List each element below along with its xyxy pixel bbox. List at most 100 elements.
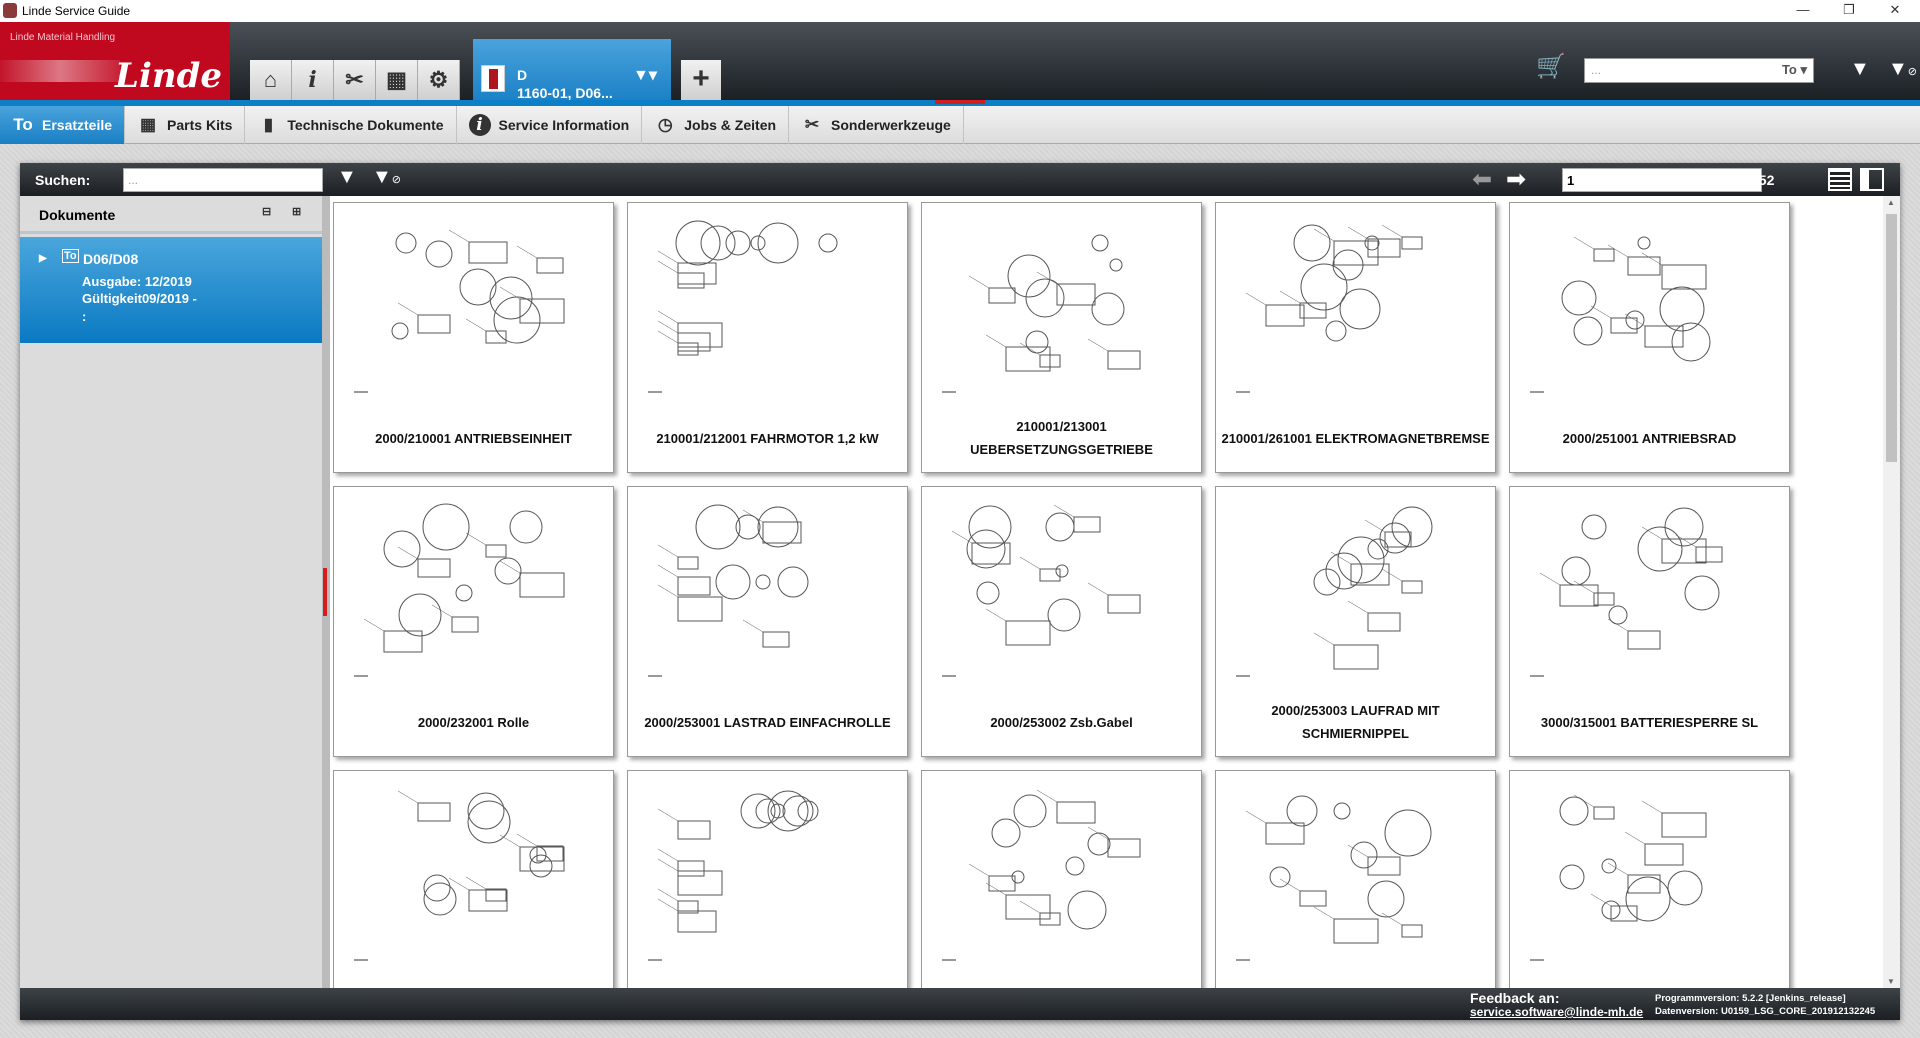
card-title <box>632 971 903 988</box>
settings-button[interactable]: ⚙ <box>418 60 460 100</box>
program-version: Programmversion: 5.2.2 [Jenkins_release] <box>1655 993 1846 1004</box>
app-icon <box>3 3 17 18</box>
single-view-icon[interactable] <box>1828 168 1852 191</box>
scrollbar-thumb[interactable] <box>1886 214 1897 462</box>
toolbox-icon: ▦ <box>140 115 157 134</box>
tree-item-gueltigkeit: Gültigkeit09/2019 - <box>82 291 197 306</box>
exploded-drawing-thumbnail <box>648 790 819 961</box>
document-card[interactable]: 2000/253001 LASTRAD EINFACHROLLE <box>627 486 908 757</box>
exploded-drawing-thumbnail <box>1530 507 1723 677</box>
expand-tree-icon[interactable]: ⊞ <box>292 205 314 227</box>
tab-sonderwerkzeuge[interactable]: ✂ Sonderwerkzeuge <box>789 106 964 144</box>
gear-icon: ⚙ <box>428 67 449 92</box>
page-number-input[interactable]: 1 <box>1562 168 1762 192</box>
page-total: / 52 <box>1751 172 1775 188</box>
tab-ersatzteile[interactable]: To Ersatzteile <box>0 106 126 144</box>
exploded-drawing-thumbnail <box>1530 794 1707 961</box>
tab-label: Service Information <box>498 117 630 133</box>
sidebar-header: Dokumente ⊟ ⊞ <box>20 196 322 234</box>
exploded-drawing-thumbnail <box>354 503 565 677</box>
exploded-drawing-thumbnail <box>648 504 809 677</box>
exploded-drawing-thumbnail <box>942 234 1141 393</box>
tab-label: Sonderwerkzeuge <box>831 117 951 133</box>
card-title <box>926 971 1197 988</box>
exploded-drawing-thumbnail <box>354 229 565 393</box>
search-label: Suchen: <box>35 172 91 188</box>
restore-button[interactable]: ❐ <box>1826 0 1872 22</box>
document-card[interactable]: 2000/210001 ANTRIEBSEINHEIT <box>333 202 614 473</box>
document-card[interactable] <box>627 770 908 988</box>
tree-item-name: D06/D08 <box>83 251 139 267</box>
next-page-arrow-icon[interactable]: ➡ <box>1506 165 1526 194</box>
document-card[interactable]: 210001/212001 FAHRMOTOR 1,2 kW <box>627 202 908 473</box>
status-footer: Feedback an: service.software@linde-mh.d… <box>20 988 1900 1020</box>
logo-subtitle: Linde Material Handling <box>10 32 116 43</box>
document-card[interactable]: 2000/253002 Zsb.Gabel <box>921 486 1202 757</box>
content-toolbar: Suchen: ... ▼ ▼⊘ ⬅ ➡ 1 / 52 <box>20 163 1900 196</box>
tab-label: Jobs & Zeiten <box>684 117 777 133</box>
document-icon: ▮ <box>263 115 274 134</box>
model-tab[interactable]: D 1160-01, D06... ▼▾ <box>473 39 671 102</box>
tools-icon: ✂ <box>804 115 820 134</box>
feedback-email-link[interactable]: service.software@linde-mh.de <box>1470 1005 1643 1019</box>
card-title <box>1514 971 1785 988</box>
tab-jobs-zeiten[interactable]: ◷ Jobs & Zeiten <box>642 106 790 144</box>
search-mode-dropdown[interactable]: To ▾ <box>1782 62 1807 78</box>
home-icon: ⌂ <box>263 67 278 92</box>
card-title: 210001/213001 UEBERSETZUNGSGETRIEBE <box>970 419 1153 457</box>
split-view-icon[interactable] <box>1860 168 1884 191</box>
document-card[interactable]: 2000/253003 LAUFRAD MIT SCHMIERNIPPEL <box>1215 486 1496 757</box>
add-tab-button[interactable]: + <box>681 60 721 100</box>
tab-technische-dokumente[interactable]: ▮ Technische Dokumente <box>245 106 457 144</box>
tree-item-d06-d08[interactable]: ▶ To D06/D08 Ausgabe: 12/2019 Gültigkeit… <box>20 237 322 343</box>
main-nav: To Ersatzteile ▦ Parts Kits ▮ Technische Do… <box>0 106 1920 144</box>
feedback-label: Feedback an: <box>1470 990 1560 1006</box>
tree-item-extra: : <box>82 309 87 324</box>
card-title: 2000/253001 LASTRAD EINFACHROLLE <box>644 714 891 730</box>
model-tab-line2: 1160-01, D06... <box>517 85 613 101</box>
tools-button[interactable]: ✂ <box>334 60 376 100</box>
document-card[interactable] <box>333 770 614 988</box>
exploded-drawing-thumbnail <box>1530 236 1711 393</box>
collapse-tree-icon[interactable]: ⊟ <box>262 205 284 227</box>
clear-filter-icon[interactable]: ▼⊘ <box>1888 58 1917 81</box>
document-card[interactable] <box>1215 770 1496 988</box>
clear-filter-icon[interactable]: ▼⊘ <box>372 166 401 189</box>
document-sidebar: Dokumente ⊟ ⊞ ▶ To D06/D08 Ausgabe: 12/2… <box>20 196 322 988</box>
vertical-scrollbar[interactable]: ▲ ▼ <box>1883 196 1900 988</box>
info-icon: i <box>468 114 491 136</box>
document-card[interactable] <box>1509 770 1790 988</box>
global-search-placeholder: ... <box>1591 63 1602 77</box>
tab-label: Technische Dokumente <box>287 117 444 133</box>
global-search-input[interactable]: ... To ▾ <box>1584 58 1814 83</box>
exploded-drawing-thumbnail <box>648 220 838 393</box>
info-button[interactable]: i <box>292 60 334 100</box>
filter-icon[interactable]: ▼ <box>337 166 357 189</box>
prev-page-arrow-icon[interactable]: ⬅ <box>1472 165 1492 194</box>
search-input[interactable]: ... <box>123 168 323 192</box>
card-title: 3000/315001 BATTERIESPERRE SL <box>1540 714 1759 730</box>
card-title <box>1220 971 1491 988</box>
toolbox-button[interactable]: ▦ <box>376 60 418 100</box>
document-card[interactable] <box>921 770 1202 988</box>
sidebar-title: Dokumente <box>39 207 116 223</box>
document-card[interactable]: 210001/261001 ELEKTROMAGNETBREMSE <box>1215 202 1496 473</box>
filter-icon[interactable]: ▼ <box>1850 58 1870 81</box>
home-button[interactable]: ⌂ <box>250 60 292 100</box>
cart-icon[interactable]: 🛒 <box>1536 52 1566 81</box>
minimize-button[interactable]: — <box>1780 0 1826 22</box>
tab-service-information[interactable]: i Service Information <box>457 106 643 144</box>
card-title: 2000/232001 Rolle <box>417 714 530 730</box>
document-card[interactable]: 2000/251001 ANTRIEBSRAD <box>1509 202 1790 473</box>
sidebar-splitter[interactable] <box>322 196 330 988</box>
filter-dropdown-icon[interactable]: ▼▾ <box>633 65 657 85</box>
document-card[interactable]: 3000/315001 BATTERIESPERRE SL <box>1509 486 1790 757</box>
close-button[interactable]: ✕ <box>1872 0 1918 22</box>
title-bar: Linde Service Guide — ❐ ✕ <box>0 0 1920 22</box>
document-card[interactable]: 2000/232001 Rolle <box>333 486 614 757</box>
tab-parts-kits[interactable]: ▦ Parts Kits <box>125 106 246 144</box>
expand-arrow-icon[interactable]: ▶ <box>39 253 47 264</box>
document-card[interactable]: 210001/213001 UEBERSETZUNGSGETRIEBE <box>921 202 1202 473</box>
card-title <box>338 971 609 988</box>
window-title: Linde Service Guide <box>22 4 131 18</box>
